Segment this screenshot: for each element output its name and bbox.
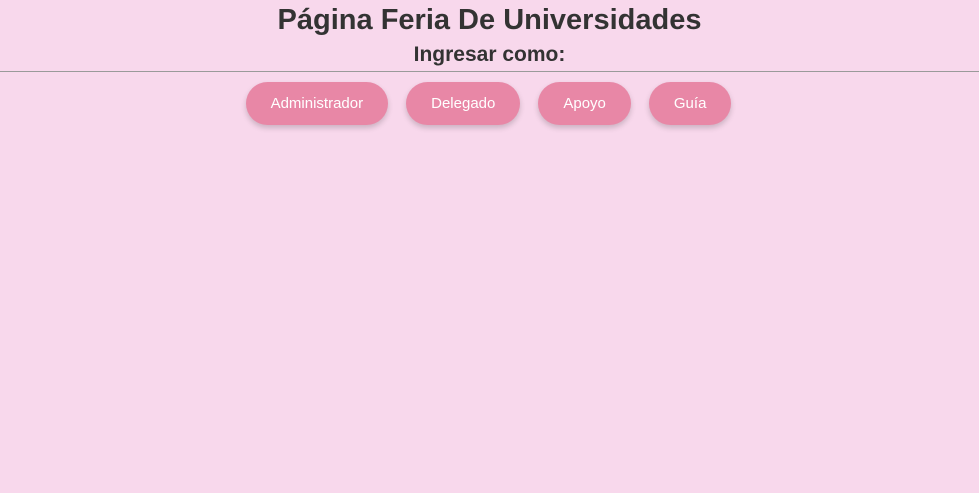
admin-button[interactable]: Administrador	[245, 82, 389, 125]
page-header: Página Feria De Universidades Ingresar c…	[0, 0, 979, 67]
login-as-heading: Ingresar como:	[413, 43, 566, 66]
role-button-group: Administrador Delegado Apoyo Guía	[0, 82, 979, 125]
delegate-button[interactable]: Delegado	[406, 82, 521, 125]
support-button[interactable]: Apoyo	[538, 82, 631, 125]
page-title: Página Feria De Universidades	[277, 4, 702, 36]
header-divider	[0, 71, 979, 72]
guide-button[interactable]: Guía	[648, 82, 732, 125]
